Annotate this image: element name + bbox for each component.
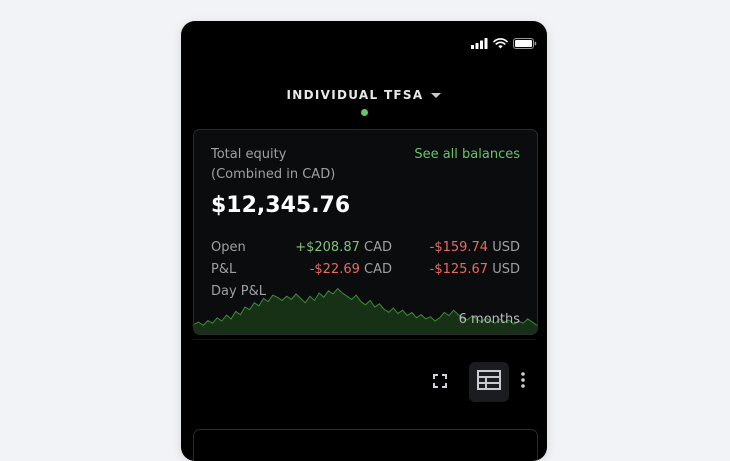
open-pnl-usd: -$159.74 USD (430, 238, 520, 258)
open-pnl-usd-currency: USD (492, 240, 520, 255)
pnl-label: P&L (211, 262, 237, 277)
day-pnl-label: Day P&L (211, 284, 267, 299)
more-vertical-icon (521, 372, 525, 392)
pnl-usd: -$125.67 USD (430, 260, 520, 280)
open-pnl-cad-currency: CAD (364, 240, 392, 255)
account-name: INDIVIDUAL TFSA (286, 88, 424, 102)
table-view-icon (477, 370, 501, 394)
more-options-button[interactable] (513, 367, 533, 397)
open-pnl-label: Open (211, 240, 246, 255)
table-view-button[interactable] (469, 362, 509, 402)
expand-button[interactable] (425, 367, 455, 397)
total-equity-label-line1: Total equity (211, 147, 287, 162)
pnl-cad: -$22.69 CAD (310, 260, 392, 280)
pnl-cad-value: -$22.69 (309, 262, 360, 277)
open-pnl-cad-value: +$208.87 (295, 240, 360, 255)
total-equity-label: Total equity (Combined in CAD) (211, 145, 335, 185)
wifi-icon (493, 37, 508, 49)
positions-card (193, 429, 538, 461)
day-pnl-row: Day P&L (211, 282, 520, 302)
account-selector[interactable]: INDIVIDUAL TFSA (181, 85, 547, 105)
expand-icon (433, 373, 447, 392)
pnl-cad-currency: CAD (364, 262, 392, 277)
pnl-usd-value: -$125.67 (429, 262, 489, 277)
pnl-usd-currency: USD (492, 262, 520, 277)
open-pnl-row: Open +$208.87 CAD -$159.74 USD (211, 238, 520, 258)
pnl-row: P&L -$22.69 CAD -$125.67 USD (211, 260, 520, 280)
balance-card: Total equity (Combined in CAD) See all b… (193, 129, 538, 335)
total-equity-label-line2: (Combined in CAD) (211, 167, 336, 182)
page-indicator-dot (361, 109, 368, 116)
see-all-balances-link[interactable]: See all balances (414, 145, 520, 165)
phone-screen: INDIVIDUAL TFSA Total equity (Combined i… (181, 21, 547, 461)
total-equity-value: $12,345.76 (211, 193, 351, 218)
battery-icon (513, 37, 537, 49)
view-toolbar (425, 360, 533, 404)
open-pnl-cad: +$208.87 CAD (295, 238, 392, 258)
status-bar (471, 37, 537, 49)
open-pnl-usd-value: -$159.74 (429, 240, 489, 255)
chevron-down-icon (431, 92, 442, 98)
signal-icon (471, 37, 488, 49)
chart-period-label[interactable]: 6 months (459, 312, 520, 327)
